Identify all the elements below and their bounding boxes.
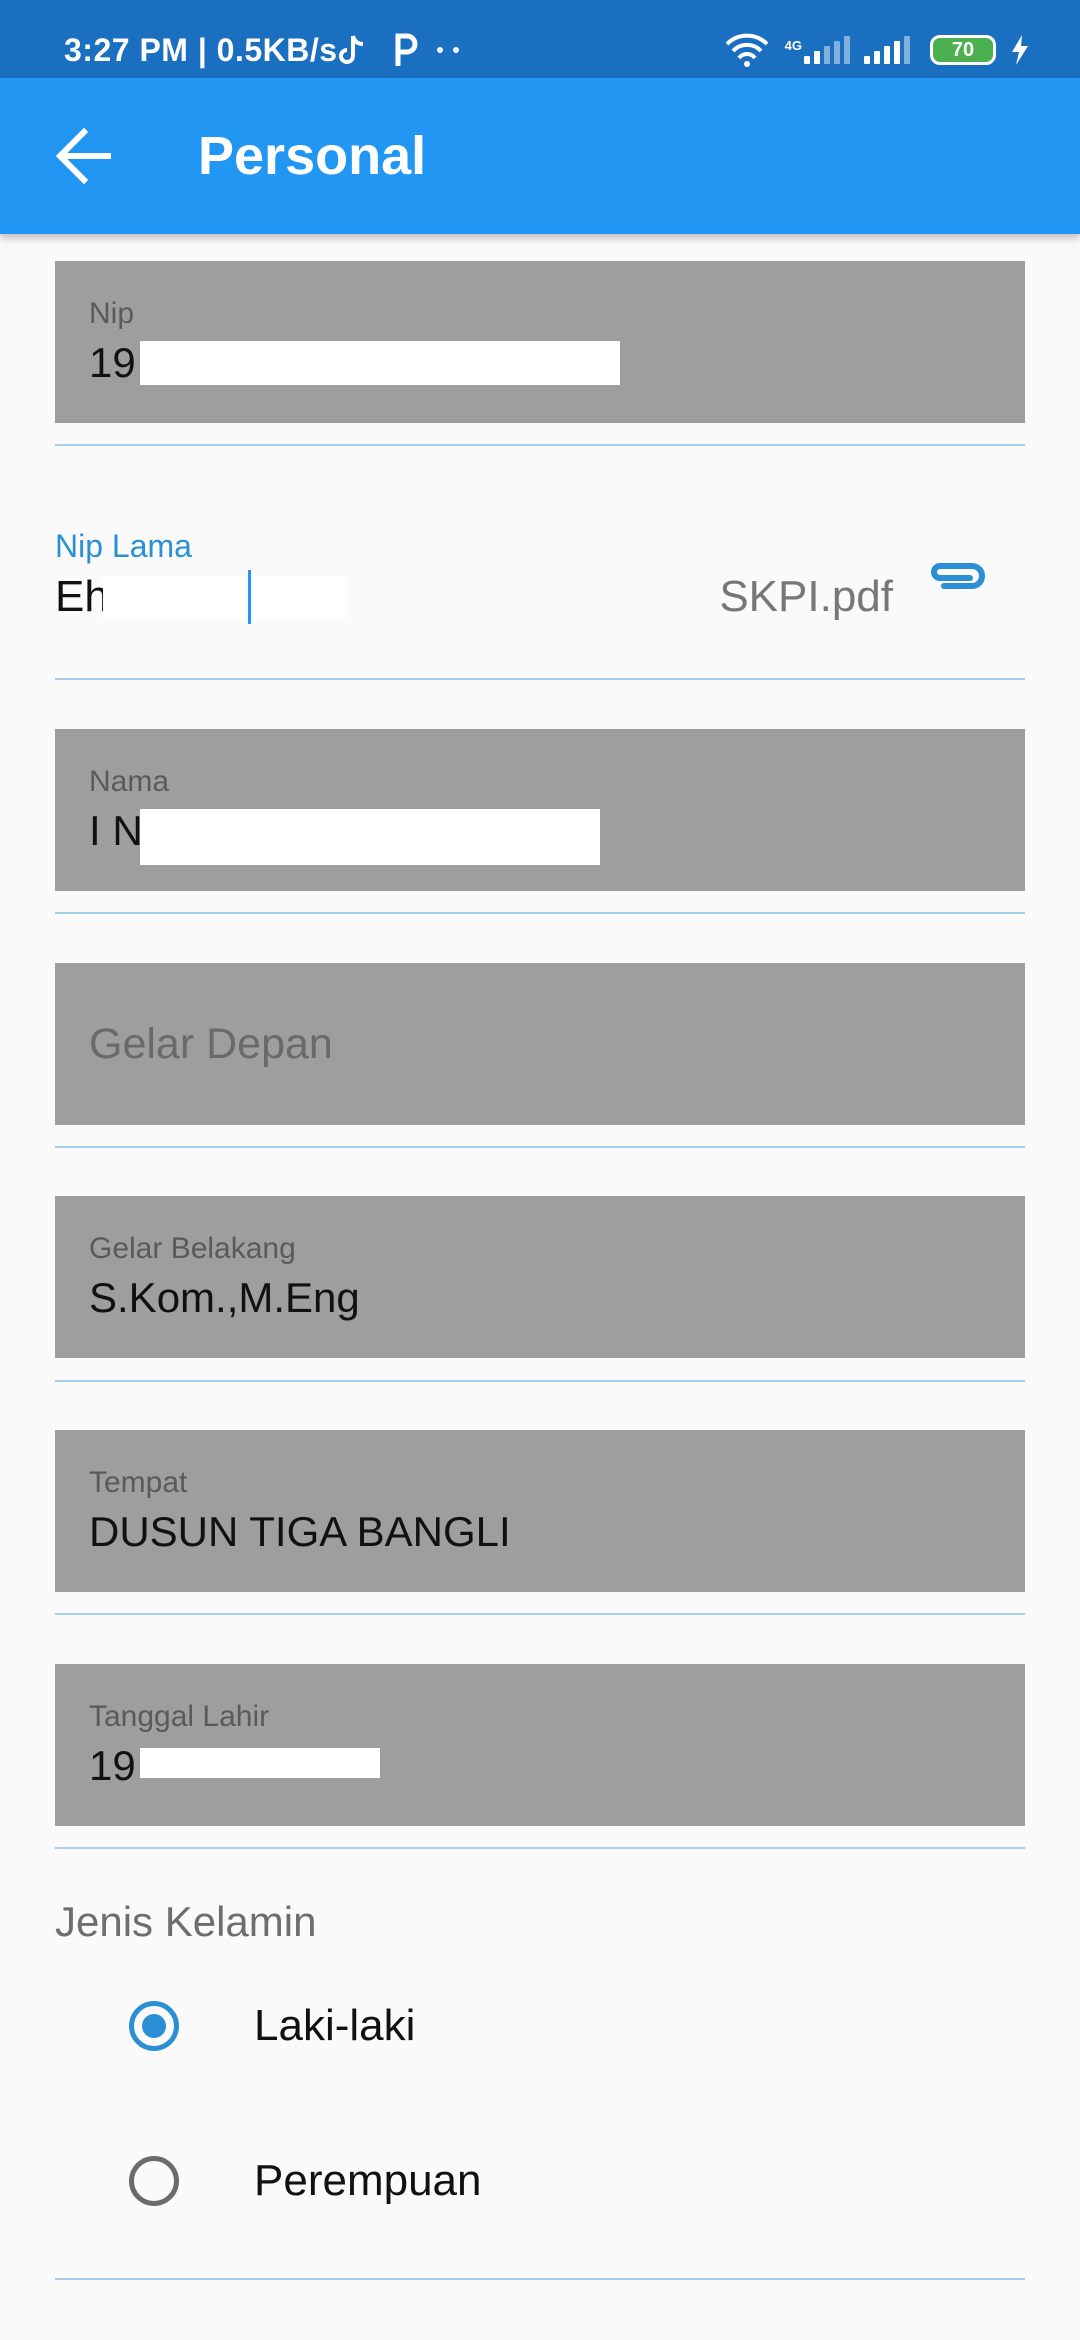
parking-app-icon [395, 33, 418, 66]
text-cursor [248, 570, 251, 624]
signal-strength-icon-sim1 [804, 36, 850, 64]
tempat-field: Tempat DUSUN TIGA BANGLI [55, 1430, 1025, 1592]
nip-value: 19 [89, 339, 136, 386]
more-notifications-icon [437, 47, 459, 53]
jenis-kelamin-underline [55, 2278, 1025, 2280]
page-title: Personal [198, 126, 427, 186]
radio-unchecked-icon[interactable] [129, 2156, 179, 2206]
redaction-block [103, 576, 345, 620]
gelar-belakang-underline [55, 1380, 1025, 1382]
gelar-belakang-field: Gelar Belakang S.Kom.,M.Eng [55, 1196, 1025, 1358]
nip-label: Nip [89, 297, 135, 330]
tanggal-lahir-underline [55, 1847, 1025, 1849]
redaction-block [140, 809, 600, 865]
redaction-block [140, 341, 620, 385]
paperclip-icon[interactable] [928, 556, 988, 596]
tiktok-icon [339, 35, 364, 64]
status-bar: 3:27 PM | 0.5KB/s 4G 70 [0, 0, 1080, 78]
tanggal-lahir-field: Tanggal Lahir 19 [55, 1664, 1025, 1826]
app-bar: Personal [0, 78, 1080, 234]
nip-lama-underline [55, 678, 1025, 680]
gelar-belakang-label: Gelar Belakang [89, 1232, 296, 1265]
gelar-depan-field: Gelar Depan [55, 963, 1025, 1125]
nama-value: I N [89, 807, 143, 854]
tempat-label: Tempat [89, 1466, 188, 1499]
battery-icon: 70 [930, 35, 996, 65]
redaction-block [140, 1748, 380, 1778]
gelar-depan-placeholder: Gelar Depan [89, 1020, 333, 1068]
tanggal-lahir-label: Tanggal Lahir [89, 1700, 270, 1733]
status-time: 3:27 PM | 0.5KB/s [64, 32, 338, 68]
wifi-icon [725, 33, 769, 67]
radio-option-perempuan[interactable]: Perempuan [55, 2121, 1025, 2241]
nip-lama-input[interactable]: Eh [55, 572, 109, 622]
radio-checked-icon[interactable] [129, 2001, 179, 2051]
radio-label-perempuan: Perempuan [254, 2156, 482, 2205]
jenis-kelamin-label: Jenis Kelamin [55, 1898, 317, 1945]
nip-lama-label: Nip Lama [55, 528, 192, 564]
radio-label-laki-laki: Laki-laki [254, 2001, 416, 2050]
tanggal-lahir-value: 19 [89, 1742, 136, 1789]
network-type-label: 4G [784, 38, 802, 53]
signal-strength-icon-sim2 [864, 36, 910, 64]
gelar-belakang-value: S.Kom.,M.Eng [89, 1274, 360, 1321]
nip-underline [55, 444, 1025, 446]
nama-field: Nama I N [55, 729, 1025, 891]
arrow-back-icon[interactable] [48, 118, 124, 194]
nama-underline [55, 912, 1025, 914]
charging-icon [1012, 35, 1028, 65]
tempat-value: DUSUN TIGA BANGLI [89, 1508, 511, 1555]
nama-label: Nama [89, 765, 170, 798]
gelar-depan-underline [55, 1146, 1025, 1148]
radio-option-laki-laki[interactable]: Laki-laki [55, 1966, 1025, 2086]
attachment-filename[interactable]: SKPI.pdf [719, 572, 893, 622]
nip-field: Nip 19 [55, 261, 1025, 423]
tempat-underline [55, 1613, 1025, 1615]
